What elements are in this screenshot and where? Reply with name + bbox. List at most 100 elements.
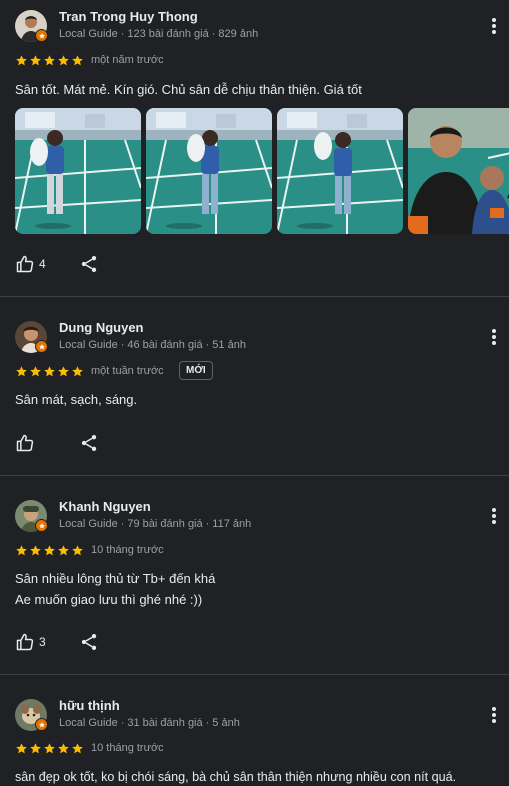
star-icon bbox=[71, 54, 84, 67]
star-icon bbox=[15, 742, 28, 755]
review-date: một tuần trước bbox=[91, 365, 164, 377]
share-button[interactable] bbox=[79, 433, 99, 458]
review-date: một năm trước bbox=[91, 54, 164, 66]
new-badge: MỚI bbox=[179, 361, 213, 380]
star-icon bbox=[71, 742, 84, 755]
like-count: 3 bbox=[39, 635, 46, 649]
star-rating bbox=[15, 54, 84, 67]
star-icon bbox=[57, 54, 70, 67]
review-count: 79 bài đánh giá bbox=[127, 518, 203, 530]
review-actions: 4 bbox=[15, 254, 46, 274]
reviewer-meta: Local Guide · 79 bài đánh giá · 117 ảnh bbox=[59, 518, 251, 530]
local-guide-label: Local Guide bbox=[59, 339, 118, 351]
share-button[interactable] bbox=[79, 254, 99, 279]
separator: · bbox=[205, 339, 210, 351]
star-icon bbox=[57, 742, 70, 755]
star-icon bbox=[57, 544, 70, 557]
thumbs-up-icon bbox=[15, 433, 35, 453]
star-icon bbox=[29, 54, 42, 67]
star-icon bbox=[43, 365, 56, 378]
like-button[interactable]: 4 bbox=[15, 254, 46, 274]
thumbs-up-icon bbox=[15, 254, 35, 274]
review-card: hữu thịnh Local Guide · 31 bài đánh giá · 5 … bbox=[0, 675, 509, 786]
review-text-line: Ae muốn giao lưu thì ghé nhé :)) bbox=[15, 592, 203, 607]
star-icon bbox=[15, 365, 28, 378]
avatar[interactable] bbox=[15, 500, 48, 532]
photo-count: 117 ảnh bbox=[212, 518, 252, 530]
reviewer-meta: Local Guide · 46 bài đánh giá · 51 ảnh bbox=[59, 339, 246, 351]
separator: · bbox=[120, 28, 125, 40]
avatar[interactable] bbox=[15, 699, 48, 731]
star-icon bbox=[29, 742, 42, 755]
separator: · bbox=[205, 717, 210, 729]
star-icon bbox=[15, 544, 28, 557]
review-card: Tran Trong Huy Thong Local Guide · 123 bài… bbox=[0, 0, 509, 296]
more-options-icon[interactable] bbox=[487, 506, 501, 526]
review-card: Dung Nguyen Local Guide · 46 bài đánh giá ·… bbox=[0, 297, 509, 475]
review-date: 10 tháng trước bbox=[91, 742, 164, 754]
star-icon bbox=[43, 742, 56, 755]
review-actions bbox=[15, 433, 35, 453]
local-guide-label: Local Guide bbox=[59, 717, 118, 729]
more-options-icon[interactable] bbox=[487, 705, 501, 725]
like-button[interactable]: 3 bbox=[15, 632, 46, 652]
star-icon bbox=[71, 365, 84, 378]
like-count: 4 bbox=[39, 257, 46, 271]
more-options-icon[interactable] bbox=[487, 327, 501, 347]
star-icon bbox=[29, 365, 42, 378]
avatar[interactable] bbox=[15, 10, 48, 42]
separator: · bbox=[120, 518, 125, 530]
local-guide-label: Local Guide bbox=[59, 518, 118, 530]
star-rating bbox=[15, 742, 84, 755]
star-rating bbox=[15, 365, 84, 378]
reviewer-name[interactable]: Tran Trong Huy Thong bbox=[59, 9, 198, 24]
share-icon bbox=[79, 254, 99, 274]
local-guide-badge-icon bbox=[35, 340, 48, 353]
star-icon bbox=[43, 54, 56, 67]
share-icon bbox=[79, 632, 99, 652]
review-text: Sân tốt. Mát mẻ. Kín gió. Chủ sân dễ chị… bbox=[15, 82, 362, 97]
star-icon bbox=[15, 54, 28, 67]
star-icon bbox=[57, 365, 70, 378]
star-rating bbox=[15, 544, 84, 557]
reviewer-name[interactable]: Khanh Nguyen bbox=[59, 499, 151, 514]
separator: · bbox=[120, 339, 125, 351]
review-photo[interactable] bbox=[408, 108, 509, 234]
local-guide-badge-icon bbox=[35, 29, 48, 42]
review-actions: 3 bbox=[15, 632, 46, 652]
review-photo[interactable] bbox=[15, 108, 141, 234]
review-count: 46 bài đánh giá bbox=[127, 339, 203, 351]
separator: · bbox=[120, 717, 125, 729]
review-text: Sân mát, sạch, sáng. bbox=[15, 392, 138, 407]
reviewer-meta: Local Guide · 123 bài đánh giá · 829 ảnh bbox=[59, 28, 258, 40]
star-icon bbox=[43, 544, 56, 557]
review-count: 123 bài đánh giá bbox=[127, 28, 209, 40]
avatar[interactable] bbox=[15, 321, 48, 353]
photo-count: 5 ảnh bbox=[212, 717, 240, 729]
review-card: Khanh Nguyen Local Guide · 79 bài đánh giá… bbox=[0, 476, 509, 674]
reviewer-meta: Local Guide · 31 bài đánh giá · 5 ảnh bbox=[59, 717, 240, 729]
separator: · bbox=[205, 518, 210, 530]
review-photo[interactable] bbox=[146, 108, 272, 234]
local-guide-label: Local Guide bbox=[59, 28, 118, 40]
share-button[interactable] bbox=[79, 632, 99, 657]
star-icon bbox=[29, 544, 42, 557]
reviewer-name[interactable]: hữu thịnh bbox=[59, 698, 120, 713]
more-options-icon[interactable] bbox=[487, 16, 501, 36]
like-button[interactable] bbox=[15, 433, 35, 453]
separator: · bbox=[211, 28, 216, 40]
local-guide-badge-icon bbox=[35, 718, 48, 731]
review-count: 31 bài đánh giá bbox=[127, 717, 203, 729]
share-icon bbox=[79, 433, 99, 453]
review-text-line: Sân nhiều lông thủ từ Tb+ đến khá bbox=[15, 571, 216, 586]
local-guide-badge-icon bbox=[35, 519, 48, 532]
review-text: sân đẹp ok tốt, ko bị chói sáng, bà chủ … bbox=[15, 770, 457, 784]
thumbs-up-icon bbox=[15, 632, 35, 652]
photo-count: 51 ảnh bbox=[212, 339, 246, 351]
review-photos bbox=[15, 108, 509, 234]
star-icon bbox=[71, 544, 84, 557]
review-photo[interactable] bbox=[277, 108, 403, 234]
reviewer-name[interactable]: Dung Nguyen bbox=[59, 320, 144, 335]
photo-count: 829 ảnh bbox=[218, 28, 259, 40]
review-date: 10 tháng trước bbox=[91, 544, 164, 556]
